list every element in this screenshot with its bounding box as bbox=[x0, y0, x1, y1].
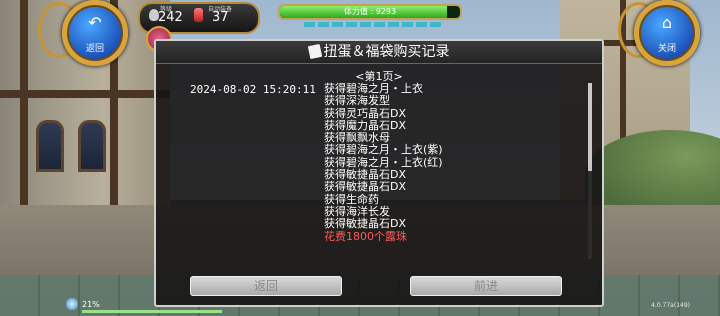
mini-segment bbox=[346, 22, 357, 27]
version-text: 4.0.77a(149) bbox=[651, 302, 690, 309]
mini-segment bbox=[304, 22, 315, 27]
energy-meter: 体力值 : 9293 bbox=[276, 2, 462, 30]
list-item: 获得碧海之月・上衣(紫) bbox=[324, 143, 443, 157]
next-page-button[interactable]: 前进 bbox=[410, 276, 562, 296]
purchase-record-dialog: 扭蛋＆福袋购买记录 <第1页> 2024-08-02 15:20:11 获得碧海… bbox=[154, 39, 604, 307]
list-item: 获得深海发型 bbox=[324, 94, 390, 108]
record-items: 获得碧海之月・上衣 获得深海发型 获得灵巧晶石DX 获得魔力晶石DX 获得飘飘水… bbox=[324, 82, 443, 231]
list-item: 获得敏捷晶石DX bbox=[324, 217, 407, 231]
close-button[interactable]: ⌂ 关闭 bbox=[634, 0, 700, 66]
list-item: 获得敏捷晶石DX bbox=[324, 180, 407, 194]
battery-text: 21% bbox=[82, 300, 100, 309]
back-page-button[interactable]: 返回 bbox=[190, 276, 342, 296]
energy-text: 体力值 : 9293 bbox=[343, 7, 397, 16]
mini-segment bbox=[318, 22, 329, 27]
scrollbar[interactable] bbox=[588, 83, 592, 259]
mini-segment bbox=[416, 22, 427, 27]
bottom-progress bbox=[82, 310, 222, 313]
mini-segment bbox=[430, 22, 441, 27]
scroll-thumb[interactable] bbox=[588, 83, 592, 171]
mini-segment bbox=[402, 22, 413, 27]
energy-bar: 体力值 : 9293 bbox=[278, 4, 462, 20]
record-cost: 花费1800个露珠 bbox=[324, 230, 407, 243]
back-button-label: 返回 bbox=[85, 44, 104, 54]
home-icon: ⌂ bbox=[661, 13, 673, 32]
mini-segment bbox=[360, 22, 371, 27]
battery-icon bbox=[66, 298, 78, 310]
record-date: 2024-08-02 15:20:11 bbox=[190, 83, 316, 96]
mini-segment bbox=[332, 22, 343, 27]
stat-value: 37 bbox=[212, 10, 229, 25]
scroll-icon bbox=[307, 43, 322, 60]
dialog-title-bar: 扭蛋＆福袋购买记录 bbox=[156, 41, 602, 64]
close-button-label: 关闭 bbox=[657, 44, 676, 54]
level-value: 242 bbox=[158, 10, 183, 25]
mini-segment bbox=[374, 22, 385, 27]
back-button[interactable]: ↶ 返回 bbox=[62, 0, 128, 66]
dialog-title: 扭蛋＆福袋购买记录 bbox=[323, 44, 450, 60]
mini-segment bbox=[388, 22, 399, 27]
potion-icon bbox=[194, 8, 203, 22]
return-arrow-icon: ↶ bbox=[88, 13, 102, 32]
